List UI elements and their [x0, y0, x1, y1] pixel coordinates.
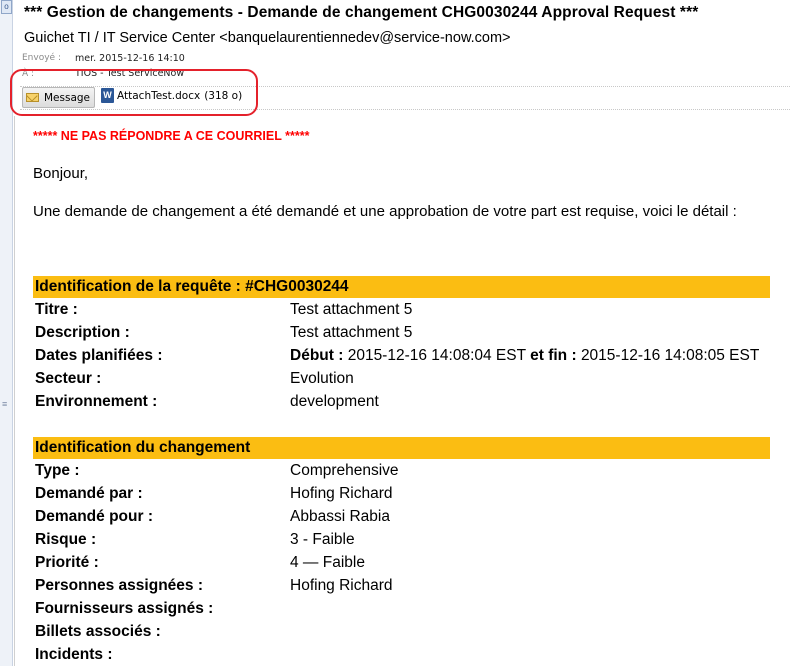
row-value: Début : 2015-12-16 14:08:04 EST et fin :… [290, 345, 759, 367]
detail-row-title: Titre : Test attachment 5 [35, 299, 775, 321]
detail-row-incidents: Incidents : [35, 644, 775, 666]
row-value: Comprehensive [290, 462, 399, 479]
row-label: Secteur : [35, 370, 102, 387]
to-label: À : [22, 69, 35, 79]
resize-grip-icon[interactable]: ≡ [2, 400, 7, 409]
detail-row-assigned-people: Personnes assignées : Hofing Richard [35, 575, 775, 597]
section-header-change: Identification du changement [33, 437, 770, 459]
row-value: Abbassi Rabia [290, 508, 390, 525]
intro-text: Une demande de changement a été demandé … [33, 203, 737, 220]
row-label: Demandé par : [35, 485, 143, 502]
to-value[interactable]: TIOS - Test ServiceNow [75, 68, 184, 79]
row-label: Billets associés : [35, 623, 161, 640]
row-value: 3 - Faible [290, 531, 355, 548]
detail-row-type: Type : Comprehensive [35, 460, 775, 482]
row-label: Risque : [35, 531, 97, 548]
attachment-file[interactable]: W AttachTest.docx (318 o) [101, 88, 242, 103]
row-value: Test attachment 5 [290, 324, 413, 341]
row-label: Incidents : [35, 646, 113, 663]
end-label: et fin : [530, 347, 577, 364]
envelope-icon [26, 93, 39, 102]
detail-row-assigned-suppliers: Fournisseurs assignés : [35, 598, 775, 620]
attachment-file-name: AttachTest.docx [117, 89, 201, 102]
row-label: Fournisseurs assignés : [35, 600, 214, 617]
row-value: development [290, 393, 379, 410]
email-sender[interactable]: Guichet TI / IT Service Center <banquela… [24, 30, 511, 46]
end-date: 2015-12-16 14:08:05 EST [580, 347, 760, 364]
row-value: Evolution [290, 370, 354, 387]
message-button-label: Message [44, 91, 91, 104]
detail-row-description: Description : Test attachment 5 [35, 322, 775, 344]
left-pane-strip: o ≡ [0, 0, 13, 666]
row-label: Demandé pour : [35, 508, 153, 525]
word-document-icon: W [101, 88, 114, 103]
sent-label: Envoyé : [22, 53, 61, 63]
greeting: Bonjour, [33, 165, 89, 182]
detail-row-sector: Secteur : Evolution [35, 368, 775, 390]
attachment-file-size: (318 o) [204, 89, 243, 102]
pane-tab-icon[interactable]: o [1, 0, 12, 14]
row-label: Environnement : [35, 393, 158, 410]
row-value: Hofing Richard [290, 485, 393, 502]
detail-row-requested-for: Demandé pour : Abbassi Rabia [35, 506, 775, 528]
start-date: 2015-12-16 14:08:04 EST [347, 347, 526, 364]
detail-row-planned-dates: Dates planifiées : Début : 2015-12-16 14… [35, 345, 775, 367]
row-value: Hofing Richard [290, 577, 393, 594]
row-label: Dates planifiées : [35, 347, 163, 364]
detail-row-risk: Risque : 3 - Faible [35, 529, 775, 551]
row-value: Test attachment 5 [290, 301, 413, 318]
detail-row-environment: Environnement : development [35, 391, 775, 413]
row-label: Type : [35, 462, 80, 479]
row-label: Description : [35, 324, 130, 341]
section-header-request: Identification de la requête : #CHG00302… [33, 276, 770, 298]
message-button[interactable]: Message [22, 87, 96, 108]
sent-value: mer. 2015-12-16 14:10 [75, 53, 185, 64]
detail-row-priority: Priorité : 4 — Faible [35, 552, 775, 574]
row-label: Titre : [35, 301, 78, 318]
row-label: Priorité : [35, 554, 99, 571]
email-subject: *** Gestion de changements - Demande de … [24, 4, 699, 21]
row-label: Personnes assignées : [35, 577, 203, 594]
do-not-reply-warning: ***** NE PAS RÉPONDRE A CE COURRIEL ****… [33, 129, 310, 143]
row-value: 4 — Faible [290, 554, 365, 571]
detail-row-requested-by: Demandé par : Hofing Richard [35, 483, 775, 505]
detail-row-related-tickets: Billets associés : [35, 621, 775, 643]
start-label: Début : [290, 347, 344, 364]
